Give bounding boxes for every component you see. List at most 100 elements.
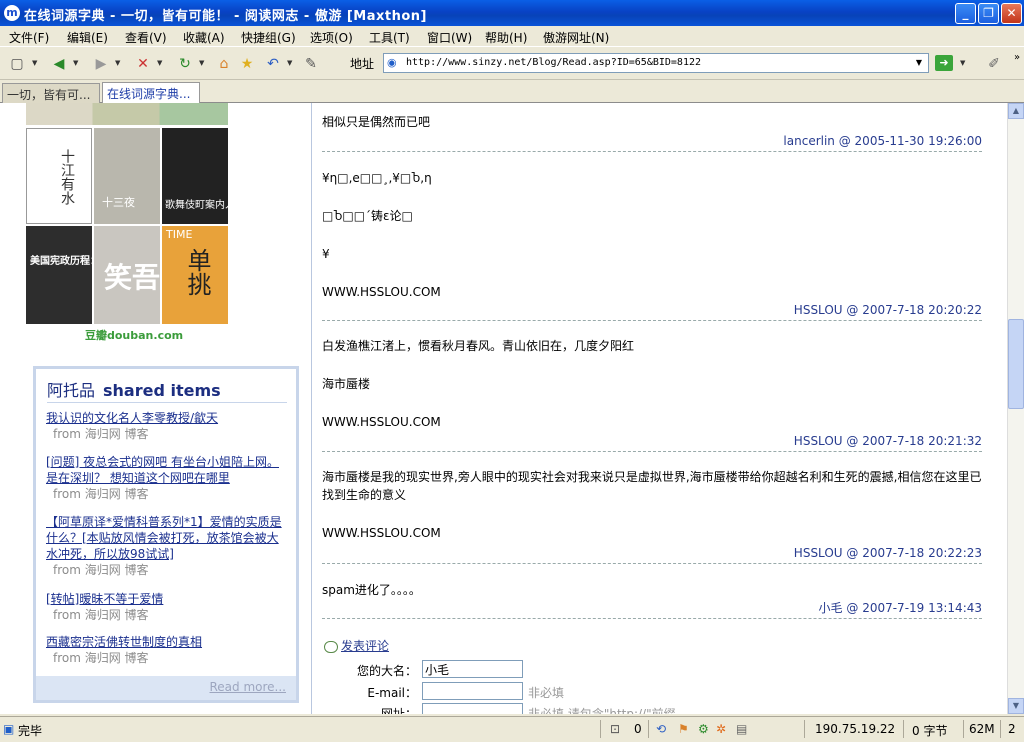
status-page-icon: ▣ — [3, 722, 15, 736]
url-input[interactable] — [422, 703, 523, 714]
book-cover[interactable]: 笑吾 — [94, 226, 160, 324]
menu-help[interactable]: 帮助(H) — [485, 29, 527, 46]
post-comment-link[interactable]: 发表评论 — [324, 637, 389, 654]
comment-line: ¥ — [322, 247, 330, 261]
home-icon[interactable]: ⌂ — [215, 55, 233, 73]
go-button[interactable]: ➜ — [935, 55, 953, 71]
menu-file[interactable]: 文件(F) — [9, 29, 49, 46]
tools-icon[interactable]: ✐ — [985, 55, 1003, 73]
refresh-icon[interactable]: ↻ — [176, 55, 194, 73]
menu-view[interactable]: 查看(V) — [125, 29, 167, 46]
divider — [804, 720, 805, 738]
shared-item-link[interactable]: 我认识的文化名人李零教授/歙天 — [46, 410, 290, 426]
book-cover[interactable]: TIME 单挑 — [162, 226, 228, 324]
scroll-up-icon[interactable]: ▲ — [1008, 103, 1024, 119]
menu-window[interactable]: 窗口(W) — [427, 29, 472, 46]
menu-edit[interactable]: 编辑(E) — [67, 29, 108, 46]
window-title: 在线词源字典 - 一切，皆有可能！ - 阅读网志 - 傲游 [Maxthon] — [24, 9, 428, 24]
chevron-down-icon[interactable]: ▼ — [199, 59, 204, 67]
plugin-icon[interactable]: ✲ — [716, 722, 726, 736]
comment-author[interactable]: lancerlin — [783, 134, 834, 148]
page-content: 十江有水 十三夜 歌舞伎町案内人 美国宪政历程： 笑吾 TIME 单挑 豆瓣do… — [0, 103, 1007, 714]
shared-item-link[interactable]: [问题] 夜总会式的网吧 有坐台小姐陪上网。是在深圳？ 想知道这个网吧在哪里 — [46, 454, 290, 486]
shared-item-source: from 海归网 博客 — [53, 427, 149, 441]
window-icon[interactable]: ▤ — [736, 722, 747, 736]
address-url[interactable]: http://www.sinzy.net/Blog/Read.asp?ID=65… — [406, 57, 701, 68]
undo-close-icon[interactable]: ↶ — [264, 55, 282, 73]
menu-tools[interactable]: 工具(T) — [369, 29, 410, 46]
comment-author[interactable]: 小毛 — [819, 601, 843, 615]
divider — [47, 402, 287, 403]
book-cover[interactable]: 美国宪政历程： — [26, 226, 92, 324]
shared-item-source: from 海归网 博客 — [53, 608, 149, 622]
divider — [903, 720, 904, 738]
scroll-down-icon[interactable]: ▼ — [1008, 698, 1024, 714]
comment-line: 白发渔樵江渚上，惯看秋月春风。青山依旧在，几度夕阳红 — [322, 339, 635, 353]
maximize-button[interactable]: ❐ — [978, 3, 999, 24]
tab-etymology[interactable]: 在线词源字典... — [102, 82, 200, 103]
book-cover[interactable]: 十江有水 — [26, 128, 92, 224]
close-button[interactable]: ✕ — [1001, 3, 1022, 24]
chevron-down-icon[interactable]: ▼ — [32, 59, 37, 67]
chevron-down-icon[interactable]: ▼ — [287, 59, 292, 67]
shared-item-link[interactable]: 【阿草原译*爱情科普系列*1】爱情的实质是什么？[本贴放风情会被打死，放茶馆会被… — [46, 514, 290, 562]
cover-row-top[interactable] — [26, 103, 228, 125]
chevron-down-icon[interactable]: ▼ — [912, 56, 926, 70]
name-input[interactable] — [422, 660, 523, 678]
chevron-down-icon[interactable]: ▼ — [960, 59, 965, 67]
comment-author[interactable]: HSSLOU — [794, 303, 843, 317]
url-label: 网址： — [380, 707, 417, 714]
popup-count: 0 — [634, 722, 642, 736]
email-input[interactable] — [422, 682, 523, 700]
ip-address: 190.75.19.22 — [815, 722, 896, 736]
divider — [648, 720, 649, 738]
shared-item-link[interactable]: 西藏密宗活佛转世制度的真相 — [46, 634, 290, 650]
new-page-icon[interactable]: ▢ — [8, 55, 26, 73]
comment-body: 白发渔樵江渚上，惯看秋月春风。青山依旧在，几度夕阳红 海市蜃楼 WWW.HSSL… — [322, 337, 982, 431]
forward-icon[interactable]: ▶ — [92, 55, 110, 73]
shared-item-link[interactable]: [转帖]暧昧不等于爱情 — [46, 591, 290, 607]
tab-bar: 一切，皆有可... 在线词源字典... — [0, 81, 1024, 103]
comments-column: 相似只是偶然而已吧 lancerlin @ 2005-11-30 19:26:0… — [313, 103, 1007, 714]
popup-block-icon[interactable]: ⊡ — [610, 722, 620, 736]
maxthon-logo-icon: m — [4, 5, 20, 21]
vertical-scrollbar[interactable]: ▲ ▼ — [1007, 103, 1024, 714]
security-icon[interactable]: ⚑ — [678, 722, 689, 736]
address-bar[interactable]: ◉ http://www.sinzy.net/Blog/Read.asp?ID=… — [383, 53, 929, 73]
title-bar[interactable]: m 在线词源字典 - 一切，皆有可能！ - 阅读网志 - 傲游 [Maxthon… — [0, 0, 1024, 26]
comment-author[interactable]: HSSLOU — [794, 546, 843, 560]
comment-icon — [324, 640, 338, 653]
bytes-count: 0 字节 — [912, 724, 948, 738]
minimize-button[interactable]: _ — [955, 3, 976, 24]
chevron-down-icon[interactable]: ▼ — [73, 59, 78, 67]
window-count: 2 — [1008, 722, 1016, 736]
menu-favorites[interactable]: 收藏(A) — [183, 29, 225, 46]
back-icon[interactable]: ◀ — [50, 55, 68, 73]
scroll-thumb[interactable] — [1008, 319, 1024, 409]
menu-maxthon-sites[interactable]: 傲游网址(N) — [543, 29, 609, 46]
book-cover[interactable]: 十三夜 — [94, 128, 160, 224]
proxy-icon[interactable]: ⚙ — [698, 722, 709, 736]
comment-author[interactable]: HSSLOU — [794, 434, 843, 448]
shared-items-box: 阿托品 shared items 我认识的文化名人李零教授/歙天 from 海归网… — [33, 366, 299, 703]
comment-line: spam进化了。。。。 — [322, 583, 421, 597]
sidebar: 十江有水 十三夜 歌舞伎町案内人 美国宪政历程： 笑吾 TIME 单挑 豆瓣do… — [0, 103, 312, 714]
tab-blog-home[interactable]: 一切，皆有可... — [2, 83, 100, 103]
network-icon[interactable]: ⟲ — [656, 722, 666, 736]
stop-icon[interactable]: ✕ — [134, 55, 152, 73]
overflow-icon[interactable]: » — [1008, 49, 1024, 67]
douban-link[interactable]: 豆瓣douban.com — [85, 327, 183, 343]
menu-options[interactable]: 选项(O) — [310, 29, 353, 46]
favorites-star-icon[interactable]: ★ — [238, 55, 256, 73]
menu-groups[interactable]: 快捷组(G) — [241, 29, 296, 46]
page-icon: ◉ — [387, 56, 397, 69]
chevron-down-icon[interactable]: ▼ — [157, 59, 162, 67]
edit-icon[interactable]: ✎ — [302, 55, 320, 73]
comment-meta: lancerlin @ 2005-11-30 19:26:00 — [322, 133, 982, 152]
comment-body: 相似只是偶然而已吧 — [322, 113, 982, 131]
divider — [600, 720, 601, 738]
book-cover[interactable]: 歌舞伎町案内人 — [162, 128, 228, 224]
chevron-down-icon[interactable]: ▼ — [115, 59, 120, 67]
book-covers: 十江有水 十三夜 歌舞伎町案内人 美国宪政历程： 笑吾 TIME 单挑 — [26, 103, 228, 327]
read-more-link[interactable]: Read more... — [210, 680, 287, 694]
